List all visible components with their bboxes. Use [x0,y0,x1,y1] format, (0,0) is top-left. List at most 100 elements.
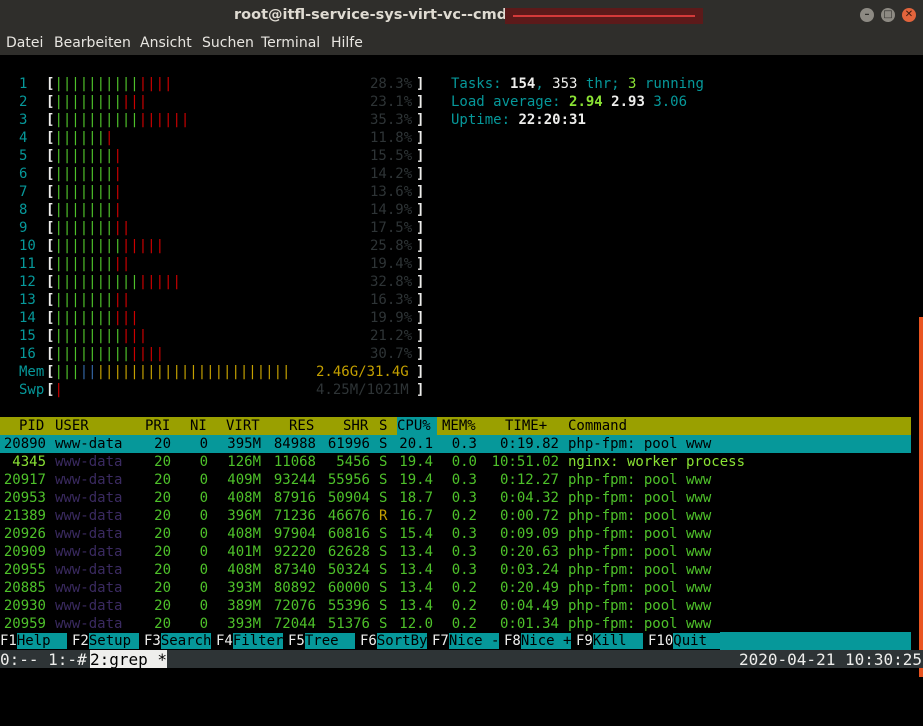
tmux-windows[interactable]: 0:-- 1:-# [0,650,96,669]
fkey-label: F10 [648,633,674,649]
tmux-active-window[interactable]: 2:grep * [90,650,168,669]
cpu-id: 11 [19,256,36,272]
minimize-icon[interactable]: – [860,8,874,22]
process-command: php-fpm: pool www [568,616,712,632]
process-row[interactable]: 20955 www-data 20 0 408M 87340 50324 S 13.4 0.3 0:… [0,561,911,579]
col-mem[interactable]: MEM% [442,417,476,435]
process-cpu: 18.7 [399,490,433,506]
fkey-f2[interactable]: F2Setup [72,632,140,650]
col-user[interactable]: USER [55,417,89,435]
process-row[interactable]: 20917 www-data 20 0 409M 93244 55956 S 19.4 0.3 0:… [0,471,911,489]
process-res: 80892 [273,580,316,596]
process-pri: 20 [154,508,171,524]
menu-suchen[interactable]: Suchen [202,35,254,51]
col-pri[interactable]: PRI [145,417,170,435]
process-pri: 20 [154,436,171,452]
col-ni[interactable]: NI [190,417,207,435]
process-virt: 408M [227,526,261,542]
process-virt: 408M [227,490,261,506]
process-row[interactable]: 20885 www-data 20 0 393M 80892 60000 S 13.4 0.2 0:… [0,579,911,597]
fkey-f7[interactable]: F7Nice - [432,632,500,650]
col-virt[interactable]: VIRT [226,417,260,435]
fkey-f10[interactable]: F10Quit [648,632,724,650]
process-row[interactable]: 20930 www-data 20 0 389M 72076 55396 S 13.4 0.2 0:… [0,597,911,615]
process-time: 0:09.09 [499,526,559,542]
process-cpu: 12.0 [399,616,433,632]
col-s[interactable]: S [379,417,387,435]
cpu-percent: 23.1% [370,94,413,110]
col-time[interactable]: TIME+ [505,417,547,435]
fkey-label: F2 [72,633,89,649]
process-table-header[interactable]: PID USER PRI NI VIRT RES SHR S CPU% MEM%… [0,417,911,435]
window-titlebar: root@itfl-service-sys-virt-vc--cmdb-20 –… [0,0,923,32]
cpu-id: 1 [19,76,28,92]
cpu-percent: 28.3% [370,76,413,92]
process-row[interactable]: 20909 www-data 20 0 401M 92220 62628 S 13.4 0.3 0:… [0,543,911,561]
process-command: php-fpm: pool www [568,526,712,542]
scrollbar[interactable] [919,317,923,677]
fkey-action: Filter [232,633,284,649]
process-virt: 393M [227,580,261,596]
process-res: 11068 [273,454,316,470]
col-command[interactable]: Command [568,417,627,435]
process-user: www-data [55,562,123,578]
menu-hilfe[interactable]: Hilfe [331,35,363,51]
process-row[interactable]: 20959 www-data 20 0 393M 72044 51376 S 12.0 0.2 0:… [0,615,911,633]
fkey-f5[interactable]: F5Tree [288,632,356,650]
cpu-id: 9 [19,220,28,236]
process-cpu: 13.4 [399,562,433,578]
fkey-action: SortBy [376,633,428,649]
process-row[interactable]: 20890 www-data 20 0 395M 84988 61996 S 20.1 0.3 0:… [0,435,911,453]
maximize-icon[interactable]: □ [881,8,895,22]
redacted-hostname [505,8,703,24]
menu-terminal[interactable]: Terminal [261,35,320,51]
close-icon[interactable]: ✕ [902,8,916,22]
process-command: php-fpm: pool www [568,436,712,452]
terminal-area[interactable]: 1 [|||||||||||||| 28.3%] 2 [||||||||||| 23.1%… [0,55,923,677]
fkey-f6[interactable]: F6SortBy [360,632,428,650]
fkey-bar-fill [720,632,911,650]
col-pid[interactable]: PID [19,417,44,435]
process-mem: 0.3 [451,526,477,542]
cpu-percent: 17.5% [370,220,413,236]
process-shr: 60000 [327,580,370,596]
cpu-usage-bar: [||||||||| [46,292,131,308]
menu-ansicht[interactable]: Ansicht [140,35,192,51]
process-pri: 20 [154,472,171,488]
process-user: www-data [55,508,123,524]
process-ni: 0 [199,526,208,542]
col-shr[interactable]: SHR [343,417,368,435]
load-average-line: Load average: 2.94 2.93 3.06 [451,94,688,110]
fkey-f3[interactable]: F3Search [144,632,212,650]
fkey-label: F3 [144,633,161,649]
process-ni: 0 [199,472,208,488]
process-row[interactable]: 4345 www-data 20 0 126M 11068 5456 S 19.4 0.0 10:5… [0,453,911,471]
fkey-f1[interactable]: F1Help [0,632,68,650]
process-shr: 51376 [327,616,370,632]
process-row[interactable]: 21389 www-data 20 0 396M 71236 46676 R 16.7 0.2 0:… [0,507,911,525]
process-row[interactable]: 20953 www-data 20 0 408M 87916 50904 S 18.7 0.3 0:… [0,489,911,507]
cpu-id: 14 [19,310,36,326]
col-res[interactable]: RES [289,417,314,435]
fkey-f4[interactable]: F4Filter [216,632,284,650]
menu-bearbeiten[interactable]: Bearbeiten [54,35,131,51]
process-state: S [379,472,388,488]
fkey-label: F1 [0,633,17,649]
process-pri: 20 [154,562,171,578]
process-shr: 60816 [327,526,370,542]
cpu-usage-bar: [||||||||| [46,220,131,236]
cpu-percent: 30.7% [370,346,413,362]
fkey-f8[interactable]: F8Nice + [504,632,572,650]
process-virt: 393M [227,616,261,632]
process-row[interactable]: 20926 www-data 20 0 408M 97904 60816 S 15.4 0.3 0:… [0,525,911,543]
menu-datei[interactable]: Datei [6,35,43,51]
process-command: php-fpm: pool www [568,580,712,596]
process-command: php-fpm: pool www [568,562,712,578]
col-cpu-sorted[interactable]: CPU% [397,417,437,435]
process-pid: 20909 [3,544,46,560]
fkey-f9[interactable]: F9Kill [576,632,644,650]
cpu-percent: 32.8% [370,274,413,290]
cpu-percent: 16.3% [370,292,413,308]
cpu-id: 7 [19,184,28,200]
process-time: 0:04.32 [499,490,559,506]
